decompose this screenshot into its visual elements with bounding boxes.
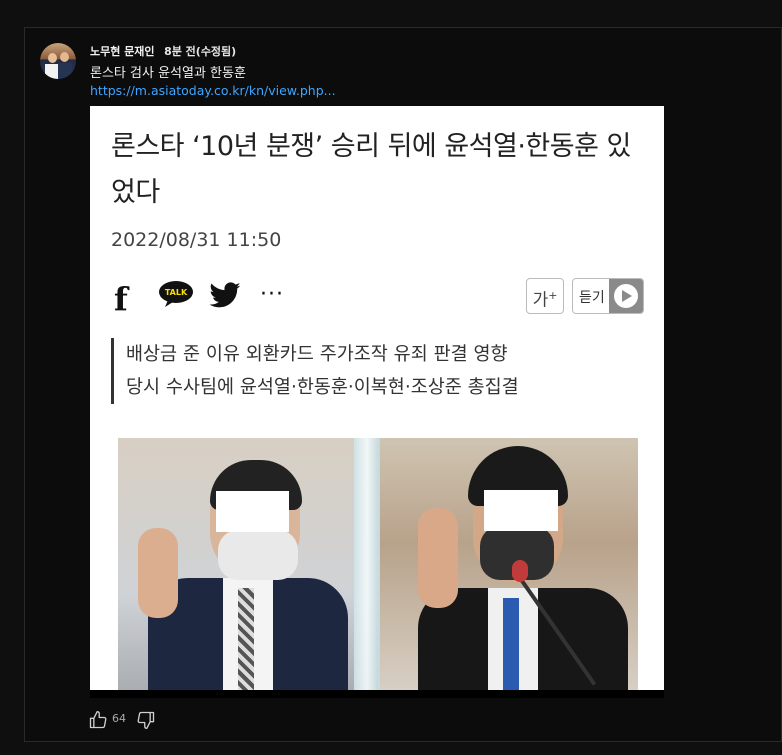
- attached-article-image: 론스타 ‘10년 분쟁’ 승리 뒤에 윤석열·한동훈 있었다 2022/08/3…: [90, 106, 664, 698]
- author-avatar[interactable]: [40, 43, 76, 79]
- subtitle-line: 배상금 준 이유 외환카드 주가조작 유죄 판결 영향: [126, 344, 508, 365]
- kakaotalk-icon: TALK: [159, 281, 193, 307]
- twitter-icon: [209, 282, 241, 308]
- article-date: 2022/08/31 11:50: [111, 229, 282, 251]
- comment-link[interactable]: https://m.asiatoday.co.kr/kn/view.php...: [90, 83, 336, 98]
- comment-header: 노무현 문재인 8분 전(수정됨): [90, 43, 236, 59]
- font-size-button: 가+: [526, 278, 564, 314]
- share-bar: f TALK ··· 가+ 듣기: [114, 278, 654, 318]
- font-size-label: 가: [532, 290, 549, 311]
- comment-actions: 64: [88, 710, 208, 730]
- play-icon: [609, 279, 643, 313]
- listen-button: 듣기: [572, 278, 644, 314]
- font-size-plus: +: [548, 289, 558, 302]
- kakaotalk-label: TALK: [165, 288, 188, 297]
- face-censor-box: [216, 491, 289, 532]
- article-subtitle: 배상금 준 이유 외환카드 주가조작 유죄 판결 영향 당시 수사팀에 윤석열·…: [111, 338, 646, 404]
- article-photo: [118, 438, 638, 690]
- author-name[interactable]: 노무현 문재인: [90, 45, 155, 58]
- face-censor-box: [484, 490, 558, 531]
- comment-text: 론스타 검사 윤석열과 한동훈: [90, 66, 246, 81]
- like-count: 64: [112, 712, 126, 725]
- article-headline: 론스타 ‘10년 분쟁’ 승리 뒤에 윤석열·한동훈 있었다: [111, 131, 631, 208]
- facebook-icon: f: [114, 280, 128, 318]
- listen-label: 듣기: [579, 290, 605, 306]
- more-icon: ···: [260, 282, 284, 307]
- thumbs-down-icon[interactable]: [136, 710, 156, 730]
- thumbs-up-icon[interactable]: [88, 710, 108, 730]
- comment-time[interactable]: 8분 전(수정됨): [164, 45, 236, 58]
- subtitle-line: 당시 수사팀에 윤석열·한동훈·이복현·조상준 총집결: [126, 377, 519, 398]
